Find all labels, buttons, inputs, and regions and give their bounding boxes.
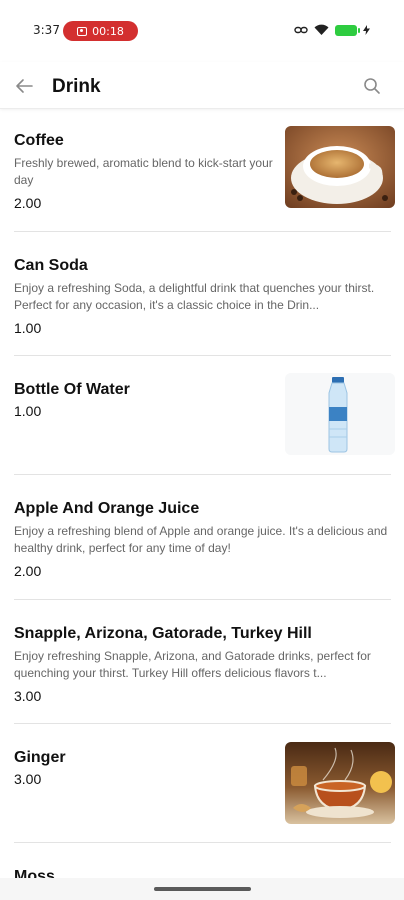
arrow-left-icon [16, 79, 33, 93]
app-header: Drink [0, 62, 404, 109]
item-description: Enjoy refreshing Snapple, Arizona, and G… [14, 649, 371, 680]
navigation-bar [0, 878, 404, 900]
item-name: Can Soda [14, 257, 88, 274]
ginger-tea-image [285, 742, 395, 824]
list-item-bottle-of-water[interactable]: Bottle Of Water 1.00 [14, 373, 395, 455]
screen-record-icon [77, 26, 88, 36]
list-item-can-soda[interactable]: Can Soda Enjoy a refreshing Soda, a deli… [14, 257, 391, 336]
list-item-ginger[interactable]: Ginger 3.00 [14, 742, 395, 824]
list-item-coffee[interactable]: Coffee Freshly brewed, aromatic blend to… [14, 126, 395, 211]
status-time: 3:37 [33, 23, 60, 37]
recording-timer: 00:18 [92, 24, 124, 38]
screen-recording-indicator[interactable]: 00:18 [63, 21, 138, 41]
page-title: Drink [52, 76, 101, 97]
item-description: Freshly brewed, aromatic blend to kick-s… [14, 156, 273, 187]
divider [14, 599, 391, 600]
divider [14, 231, 391, 232]
item-price: 1.00 [14, 320, 42, 336]
item-name: Snapple, Arizona, Gatorade, Turkey Hill [14, 625, 312, 642]
search-icon [364, 78, 380, 94]
list-item-snapple-arizona-gatorade[interactable]: Snapple, Arizona, Gatorade, Turkey Hill … [14, 625, 391, 704]
status-bar: 3:37 00:18 [0, 0, 404, 62]
search-button[interactable] [360, 74, 384, 98]
wifi-icon [314, 24, 329, 35]
divider [14, 474, 391, 475]
back-button[interactable] [10, 74, 38, 98]
divider [14, 355, 391, 356]
list-item-apple-orange-juice[interactable]: Apple And Orange Juice Enjoy a refreshin… [14, 500, 391, 579]
divider [14, 723, 391, 724]
divider [14, 842, 391, 843]
item-description: Enjoy a refreshing blend of Apple and or… [14, 524, 388, 555]
item-price: 2.00 [14, 563, 42, 579]
status-icons [294, 24, 370, 36]
water-bottle-image [285, 373, 395, 455]
gesture-handle[interactable] [154, 887, 251, 891]
item-name: Apple And Orange Juice [14, 500, 200, 517]
battery-icon [335, 24, 360, 36]
item-price: 3.00 [14, 688, 42, 704]
battery-saver-icon [363, 25, 370, 35]
link-icon [294, 26, 308, 34]
item-description: Enjoy a refreshing Soda, a delightful dr… [14, 281, 375, 312]
coffee-image [285, 126, 395, 208]
